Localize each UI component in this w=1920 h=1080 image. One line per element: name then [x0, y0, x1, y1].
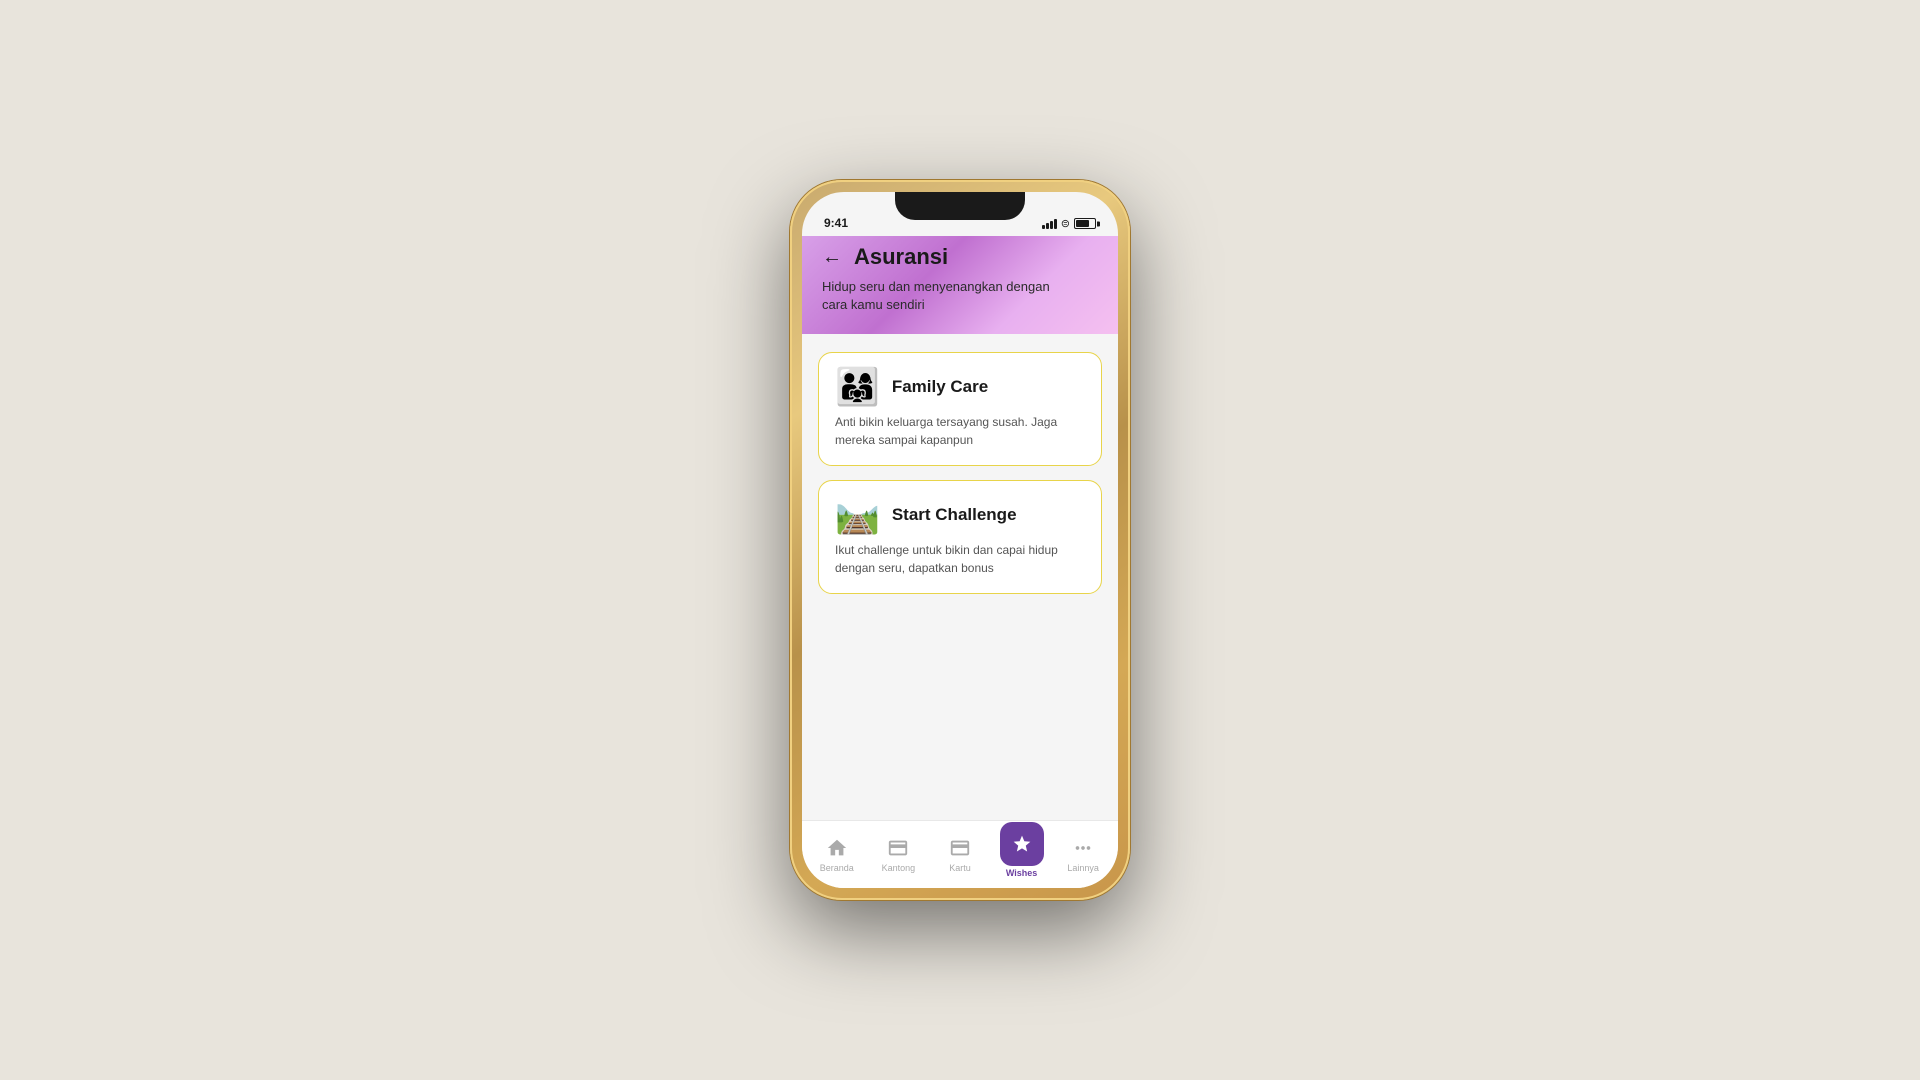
kantong-icon	[885, 835, 911, 861]
kartu-icon	[947, 835, 973, 861]
kartu-label: Kartu	[949, 863, 971, 873]
lainnya-icon	[1070, 835, 1096, 861]
app-header: ← Asuransi Hidup seru dan menyenangkan d…	[802, 236, 1118, 334]
tab-lainnya[interactable]: Lainnya	[1052, 829, 1114, 873]
start-challenge-card[interactable]: 🛤️ Start Challenge Ikut challenge untuk …	[818, 480, 1102, 594]
tab-bar: Beranda Kantong	[802, 820, 1118, 888]
start-challenge-description: Ikut challenge untuk bikin dan capai hid…	[835, 541, 1085, 577]
phone-wrapper: 9:41 ⊜ ← Asu	[790, 180, 1130, 900]
family-care-card[interactable]: 👨‍👩‍👧 Family Care Anti bikin keluarga te…	[818, 352, 1102, 466]
signal-icon	[1042, 219, 1057, 229]
header-nav: ← Asuransi	[822, 244, 1098, 270]
tab-kartu[interactable]: Kartu	[929, 829, 991, 873]
family-care-card-header: 👨‍👩‍👧 Family Care	[835, 369, 1085, 405]
wishes-label: Wishes	[1006, 868, 1037, 878]
status-icons: ⊜	[1042, 217, 1096, 230]
family-care-emoji: 👨‍👩‍👧	[835, 369, 880, 405]
notch	[895, 192, 1025, 220]
start-challenge-title: Start Challenge	[892, 505, 1017, 525]
wifi-icon: ⊜	[1061, 217, 1070, 230]
start-challenge-emoji: 🛤️	[835, 497, 880, 533]
family-care-title: Family Care	[892, 377, 988, 397]
page-title: Asuransi	[854, 244, 948, 270]
back-button[interactable]: ←	[822, 247, 842, 267]
start-challenge-card-header: 🛤️ Start Challenge	[835, 497, 1085, 533]
beranda-icon	[824, 835, 850, 861]
status-time: 9:41	[824, 216, 848, 230]
battery-icon	[1074, 218, 1096, 229]
phone-screen: 9:41 ⊜ ← Asu	[802, 192, 1118, 888]
desktop-background: 9:41 ⊜ ← Asu	[0, 0, 1920, 1080]
wishes-icon	[1000, 822, 1044, 866]
kantong-label: Kantong	[882, 863, 916, 873]
lainnya-label: Lainnya	[1067, 863, 1099, 873]
tab-wishes[interactable]: Wishes	[991, 824, 1053, 878]
beranda-label: Beranda	[820, 863, 854, 873]
header-subtitle: Hidup seru dan menyenangkan dengancara k…	[822, 278, 1098, 314]
content-area: 👨‍👩‍👧 Family Care Anti bikin keluarga te…	[802, 334, 1118, 820]
family-care-description: Anti bikin keluarga tersayang susah. Jag…	[835, 413, 1085, 449]
tab-beranda[interactable]: Beranda	[806, 829, 868, 873]
tab-kantong[interactable]: Kantong	[868, 829, 930, 873]
